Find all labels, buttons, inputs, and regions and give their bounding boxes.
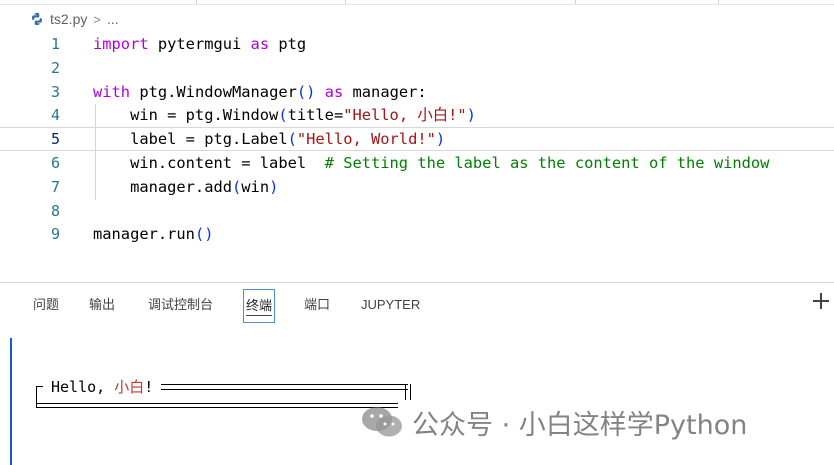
line-number: 6 <box>50 154 60 172</box>
tab-ports[interactable]: 端口 <box>304 296 330 314</box>
breadcrumb: ts2.py > ... <box>30 9 119 29</box>
tui-title-suffix: ! <box>144 378 154 396</box>
code-text[interactable]: import pytermgui as ptg <box>93 32 306 56</box>
tab-output[interactable]: 输出 <box>89 296 115 314</box>
breadcrumb-separator: > <box>93 11 101 27</box>
python-file-icon <box>32 12 42 26</box>
code-text[interactable]: win.content = label # Setting the label … <box>93 151 769 175</box>
code-line[interactable]: 4 win = ptg.Window(title="Hello, 小白!") <box>0 103 834 127</box>
code-text[interactable]: win = ptg.Window(title="Hello, 小白!") <box>93 103 476 127</box>
breadcrumb-more[interactable]: ... <box>107 11 119 27</box>
breadcrumb-file[interactable]: ts2.py <box>50 11 87 27</box>
watermark: 公众号 · 小白这样学Python <box>360 402 747 442</box>
line-number: 8 <box>50 201 60 220</box>
tab-terminal[interactable]: 终端 <box>243 289 276 323</box>
line-number: 7 <box>50 177 60 196</box>
tui-window-border-right <box>405 384 411 400</box>
tui-window-title: Hello, 小白! <box>50 378 155 396</box>
tab-separator <box>196 0 197 4</box>
line-number: 9 <box>50 225 60 244</box>
tab-separator <box>345 0 346 4</box>
code-line[interactable]: 8 <box>0 199 834 223</box>
line-number: 1 <box>50 35 60 53</box>
tab-problems[interactable]: 问题 <box>33 296 59 314</box>
line-number: 2 <box>50 58 60 77</box>
tui-window-border-top <box>161 384 408 390</box>
line-number: 3 <box>50 82 60 101</box>
code-text[interactable]: with ptg.WindowManager() as manager: <box>93 80 427 104</box>
tui-window-border-bottom <box>36 403 398 408</box>
terminal-focus-bar <box>10 338 12 465</box>
tui-window: Hello, 小白! <box>36 378 411 408</box>
tab-debug-console[interactable]: 调试控制台 <box>148 296 213 314</box>
code-line[interactable]: 1 import pytermgui as ptg <box>0 32 834 56</box>
code-text[interactable]: manager.run() <box>93 222 213 246</box>
code-line[interactable]: 3 with ptg.WindowManager() as manager: <box>0 80 834 104</box>
code-line[interactable]: 7 manager.add(win) <box>0 175 834 199</box>
panel-tab-bar: 问题 输出 调试控制台 终端 端口 JUPYTER <box>0 283 834 327</box>
editor-tab-strip <box>0 0 834 5</box>
line-number: 4 <box>50 106 60 125</box>
tui-title-cjk: 小白 <box>114 378 145 396</box>
terminal-area[interactable]: Hello, 小白! <box>0 330 834 465</box>
code-line[interactable]: 9 manager.run() <box>0 222 834 246</box>
plus-icon[interactable] <box>811 291 831 311</box>
code-text[interactable]: manager.add(win) <box>93 175 278 199</box>
tab-separator <box>718 0 719 4</box>
code-text[interactable]: label = ptg.Label("Hello, World!") <box>93 128 445 150</box>
vscode-window: ts2.py > ... 1 import pytermgui as ptg 2 3 w… <box>0 0 834 465</box>
code-line[interactable]: 2 <box>0 56 834 80</box>
tui-title-prefix: Hello, <box>51 378 115 396</box>
tab-separator <box>575 0 576 4</box>
code-editor[interactable]: 1 import pytermgui as ptg 2 3 with ptg.Windo… <box>0 32 834 280</box>
wechat-icon <box>362 407 402 437</box>
line-number: 5 <box>50 130 60 149</box>
code-line[interactable]: 5 label = ptg.Label("Hello, World!") <box>0 127 834 152</box>
tab-jupyter[interactable]: JUPYTER <box>361 296 420 314</box>
code-line[interactable]: 6 win.content = label # Setting the labe… <box>0 151 834 175</box>
watermark-text: 公众号 · 小白这样学Python <box>412 409 748 441</box>
